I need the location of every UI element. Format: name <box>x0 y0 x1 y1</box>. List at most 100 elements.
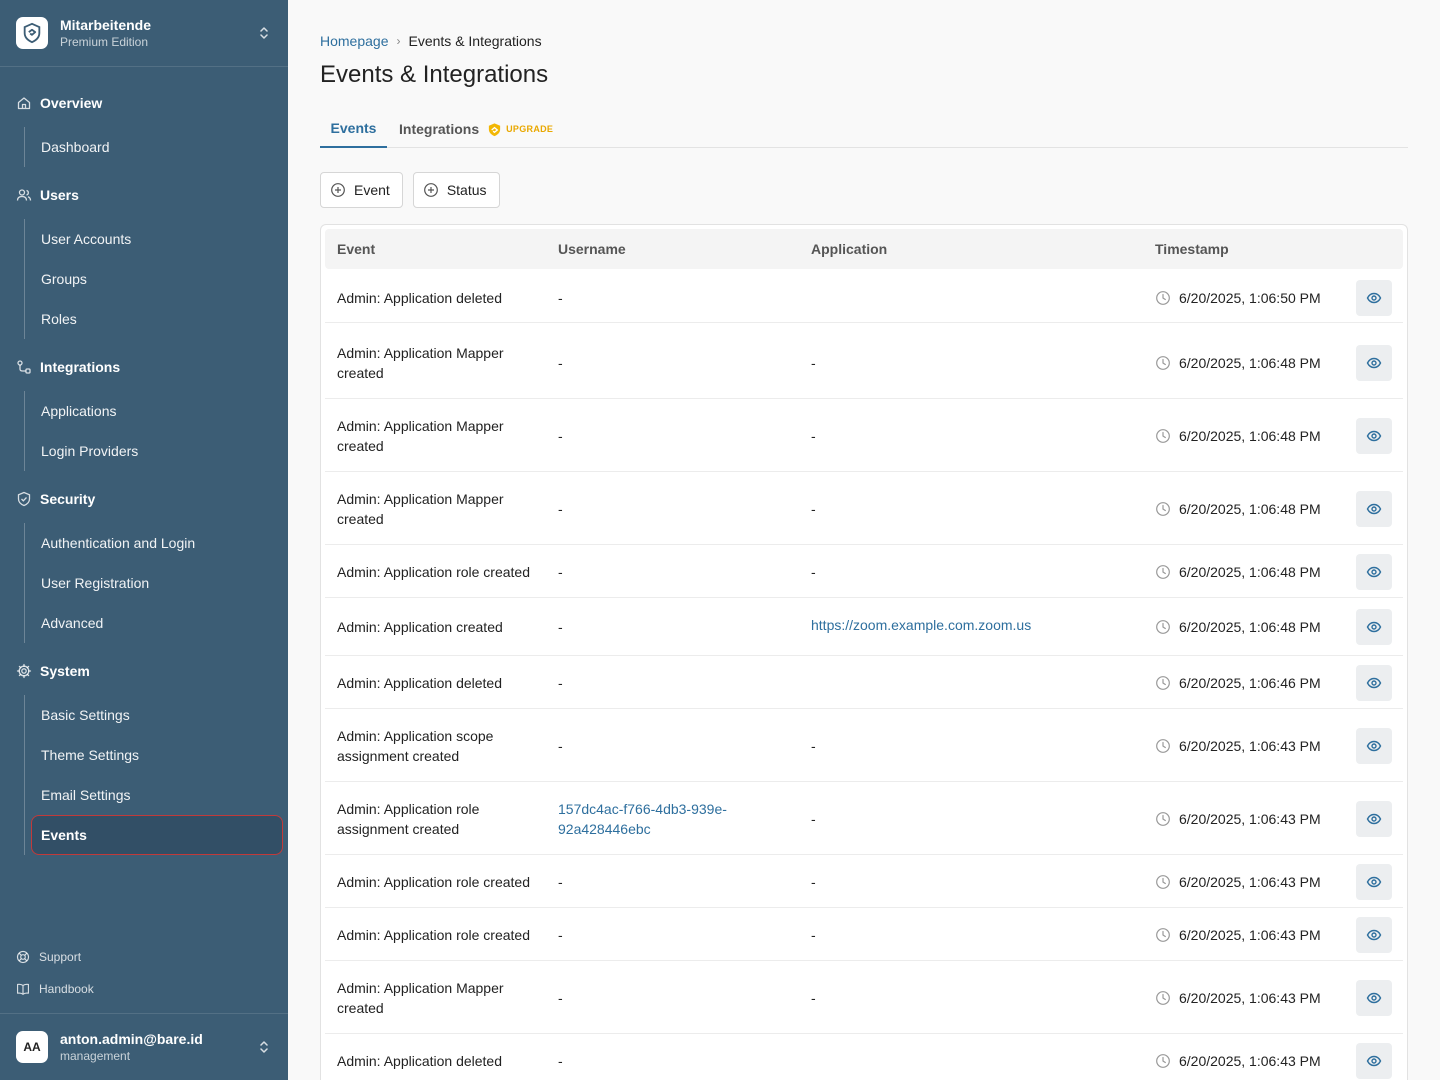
timestamp-text: 6/20/2025, 1:06:48 PM <box>1179 500 1321 517</box>
event-cell: Admin: Application role created <box>337 563 530 580</box>
org-switcher[interactable]: Mitarbeitende Premium Edition <box>0 0 288 67</box>
view-event-button[interactable] <box>1356 800 1392 837</box>
view-event-button[interactable] <box>1356 727 1392 764</box>
timestamp-text: 6/20/2025, 1:06:48 PM <box>1179 427 1321 444</box>
nav-section-users[interactable]: Users <box>16 183 79 207</box>
nav-divider <box>24 523 25 643</box>
column-header-timestamp[interactable]: Timestamp <box>1155 229 1229 269</box>
support-link[interactable]: Support <box>16 950 81 964</box>
sidebar-item-roles[interactable]: Roles <box>41 309 77 329</box>
sidebar-item-advanced[interactable]: Advanced <box>41 613 103 633</box>
nav-section-system[interactable]: System <box>16 659 90 683</box>
event-cell: Admin: Application Mapper created <box>337 417 504 454</box>
view-event-button[interactable] <box>1356 344 1392 381</box>
sidebar-item-dashboard[interactable]: Dashboard <box>41 137 110 157</box>
view-event-button[interactable] <box>1356 1042 1392 1079</box>
lifebuoy-icon <box>16 950 30 964</box>
handbook-label: Handbook <box>39 982 94 996</box>
timestamp-text: 6/20/2025, 1:06:43 PM <box>1179 810 1321 827</box>
eye-icon <box>1366 813 1382 824</box>
table-row: Admin: Application Mapper created - - 6/20/… <box>325 473 1403 545</box>
clock-icon <box>1156 675 1170 690</box>
clock-icon <box>1156 811 1170 826</box>
sidebar-item-basic-settings[interactable]: Basic Settings <box>41 705 130 725</box>
table-header: Event Username Application Timestamp <box>325 229 1403 269</box>
application-cell: - <box>811 354 816 371</box>
timestamp-text: 6/20/2025, 1:06:43 PM <box>1179 737 1321 754</box>
home-icon <box>17 97 31 110</box>
timestamp-text: 6/20/2025, 1:06:48 PM <box>1179 563 1321 580</box>
eye-icon <box>1366 929 1382 940</box>
timestamp-cell: 6/20/2025, 1:06:46 PM <box>1155 673 1321 693</box>
plus-circle-icon <box>423 183 438 197</box>
sidebar-item-login-providers[interactable]: Login Providers <box>41 441 138 461</box>
column-header-application[interactable]: Application <box>811 229 887 269</box>
eye-icon <box>1366 992 1382 1003</box>
nav-section-overview[interactable]: Overview <box>16 91 102 115</box>
view-event-button[interactable] <box>1356 553 1392 590</box>
user-role: management <box>60 1049 131 1063</box>
sidebar-item-groups[interactable]: Groups <box>41 269 87 289</box>
view-event-button[interactable] <box>1356 979 1392 1016</box>
username-cell: - <box>558 1052 563 1069</box>
view-event-button[interactable] <box>1356 279 1392 316</box>
view-event-button[interactable] <box>1356 417 1392 454</box>
chevron-up-down-icon <box>260 27 268 39</box>
sidebar-item-user-accounts[interactable]: User Accounts <box>41 229 131 249</box>
shield-logo-icon <box>23 22 41 44</box>
tab-events[interactable]: Events <box>320 110 387 148</box>
timestamp-text: 6/20/2025, 1:06:48 PM <box>1179 619 1321 635</box>
handbook-link[interactable]: Handbook <box>16 982 94 996</box>
page-title: Events & Integrations <box>320 61 549 88</box>
clock-icon <box>1156 990 1170 1005</box>
view-event-button[interactable] <box>1356 916 1392 953</box>
application-cell: - <box>811 427 816 444</box>
username-cell[interactable]: 157dc4ac-f766-4db3-939e-92a428446ebc <box>558 799 768 839</box>
application-cell[interactable]: https://zoom.example.com.zoom.us <box>811 615 1131 635</box>
table-row: Admin: Application created - https://zoom.… <box>325 599 1403 656</box>
sidebar-item-applications[interactable]: Applications <box>41 401 117 421</box>
sidebar-item-authentication-and-login[interactable]: Authentication and Login <box>41 533 195 553</box>
nav-section-label: Users <box>40 187 79 203</box>
upgrade-label: UPGRADE <box>506 124 554 134</box>
table-row: Admin: Application role assignment creat… <box>325 783 1403 855</box>
clock-icon <box>1156 874 1170 889</box>
column-header-username[interactable]: Username <box>558 229 626 269</box>
timestamp-text: 6/20/2025, 1:06:43 PM <box>1179 989 1321 1006</box>
sidebar-item-label: Events <box>41 827 87 843</box>
view-event-button[interactable] <box>1356 863 1392 900</box>
view-event-button[interactable] <box>1356 490 1392 527</box>
nav-section-integrations[interactable]: Integrations <box>16 355 120 379</box>
application-cell: - <box>811 737 816 754</box>
clock-icon <box>1156 428 1170 443</box>
event-filter-button[interactable]: Event <box>320 172 403 208</box>
status-filter-button[interactable]: Status <box>412 172 500 208</box>
upgrade-shield-icon <box>489 122 501 136</box>
view-event-button[interactable] <box>1356 609 1392 645</box>
sidebar-item-user-registration[interactable]: User Registration <box>41 573 149 593</box>
main-content: Homepage › Events & Integrations Events … <box>288 0 1440 1080</box>
sidebar-item-email-settings[interactable]: Email Settings <box>41 785 130 805</box>
nav-section-label: Integrations <box>40 359 121 375</box>
nav-section-security[interactable]: Security <box>16 487 95 511</box>
breadcrumb-home-link[interactable]: Homepage <box>320 33 389 49</box>
nav-divider <box>24 695 25 855</box>
support-label: Support <box>39 950 82 964</box>
nav-section-label: Overview <box>40 95 103 111</box>
timestamp-text: 6/20/2025, 1:06:43 PM <box>1179 873 1321 890</box>
column-header-event[interactable]: Event <box>337 229 375 269</box>
table-row: Admin: Application Mapper created - - 6/20/… <box>325 400 1403 472</box>
view-event-button[interactable] <box>1356 664 1392 701</box>
sidebar-item-theme-settings[interactable]: Theme Settings <box>41 745 139 765</box>
tab-label: Integrations <box>399 121 480 137</box>
eye-icon <box>1366 292 1382 303</box>
table-row: Admin: Application deleted - 6/20/2025, 1:… <box>325 657 1403 709</box>
tab-integrations[interactable]: Integrations UPGRADE <box>399 110 553 148</box>
username-cell: - <box>558 674 563 691</box>
user-menu[interactable]: AA anton.admin@bare.id management <box>0 1013 288 1080</box>
timestamp-cell: 6/20/2025, 1:06:43 PM <box>1155 1051 1321 1071</box>
timestamp-cell: 6/20/2025, 1:06:50 PM <box>1155 288 1321 308</box>
eye-icon <box>1366 1055 1382 1066</box>
upgrade-badge: UPGRADE <box>487 111 553 147</box>
nav-section-label: System <box>40 663 90 679</box>
